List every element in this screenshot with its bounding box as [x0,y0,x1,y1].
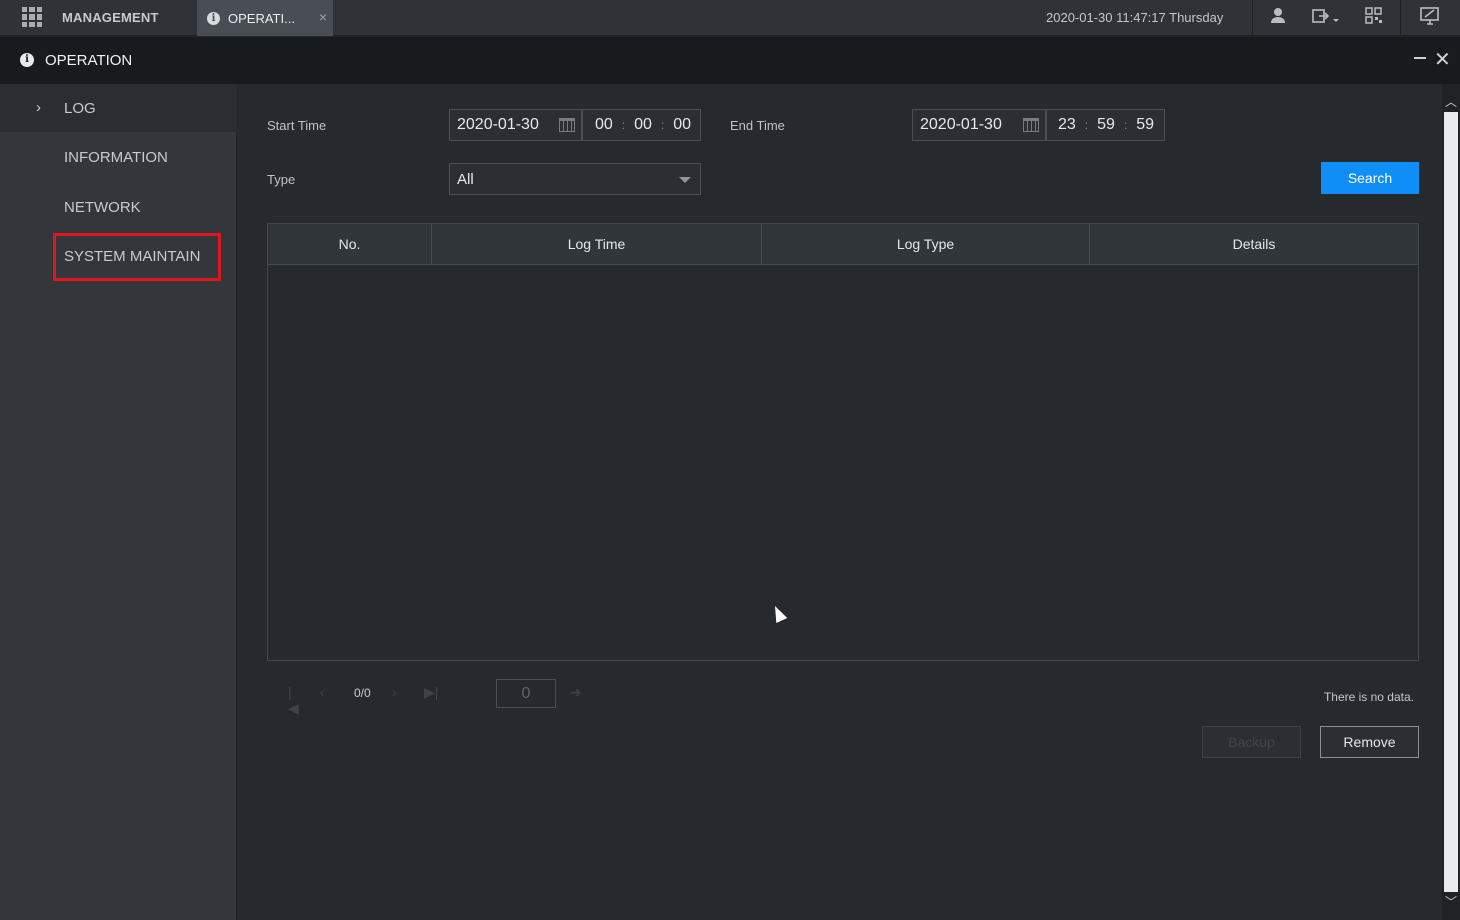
search-button[interactable]: Search [1321,162,1419,194]
go-page-icon[interactable]: ➜ [570,684,582,701]
window-header: i OPERATION ✕ [0,37,1460,84]
management-menu[interactable]: MANAGEMENT [62,10,159,25]
start-second[interactable]: 00 [673,116,691,134]
chevron-down-icon [679,177,691,183]
info-icon: i [20,53,34,67]
end-minute[interactable]: 59 [1097,116,1115,134]
start-minute[interactable]: 00 [634,116,652,134]
time-separator: : [621,118,626,132]
column-header-log-type[interactable]: Log Type [762,224,1090,265]
grid-menu-icon[interactable] [22,7,42,27]
end-hour[interactable]: 23 [1058,116,1076,134]
window-title: OPERATION [45,52,133,69]
scroll-up-icon[interactable]: ︿ [1445,96,1457,108]
tab-close-icon[interactable]: × [319,9,327,25]
page-count: 0/0 [354,686,371,700]
scroll-down-icon[interactable]: ﹀ [1445,896,1457,908]
end-date-value: 2020-01-30 [920,116,1002,133]
table-header: No. Log Time Log Type Details [268,224,1418,265]
start-time-label: Start Time [267,118,327,133]
log-panel: Start Time 2020-01-30 00:00:00 End Time … [238,84,1442,920]
highlight-annotation [53,233,221,281]
sidebar: › LOG INFORMATION NETWORK SYSTEM MAINTAI… [0,84,237,920]
first-page-icon[interactable]: |◀ [288,684,299,717]
sidebar-item-network[interactable]: NETWORK [0,183,237,231]
start-hour[interactable]: 00 [595,116,613,134]
time-separator: : [1084,118,1089,132]
start-time-field[interactable]: 00:00:00 [582,109,701,141]
sidebar-item-label: LOG [64,99,96,117]
calendar-icon[interactable] [559,118,575,132]
divider [1400,0,1401,36]
type-value: All [457,170,474,188]
next-page-icon[interactable]: › [392,684,397,700]
start-date-value: 2020-01-30 [457,116,539,133]
sidebar-item-label: NETWORK [64,198,141,216]
end-time-label: End Time [730,118,785,133]
datetime: 2020-01-30 11:47:17 Thursday [1046,10,1224,25]
scroll-thumb[interactable] [1444,112,1458,892]
tab-label: OPERATI... [228,10,295,26]
calendar-icon[interactable] [1023,118,1039,132]
column-header-details[interactable]: Details [1090,224,1418,265]
end-second[interactable]: 59 [1136,116,1154,134]
backup-button[interactable]: Backup [1202,726,1301,758]
close-icon[interactable]: ✕ [1434,47,1451,72]
sidebar-item-log[interactable]: › LOG [0,84,237,132]
type-label: Type [267,172,296,187]
column-header-no[interactable]: No. [268,224,432,265]
type-select[interactable]: All [449,163,701,195]
top-bar: MANAGEMENT i OPERATI... × 2020-01-30 11:… [0,0,1460,36]
prev-page-icon[interactable]: ‹ [320,684,325,700]
page-number-input[interactable]: 0 [496,679,556,708]
chevron-right-icon: › [36,99,41,116]
time-separator: : [660,118,665,132]
logout-icon[interactable] [1311,6,1341,30]
end-date-field[interactable]: 2020-01-30 [912,109,1046,141]
scrollbar[interactable]: ︿ ﹀ [1442,84,1460,920]
minimize-icon[interactable] [1414,57,1426,59]
qr-icon[interactable] [1365,6,1383,30]
end-time-field[interactable]: 23:59:59 [1046,109,1165,141]
monitor-icon[interactable] [1420,6,1440,30]
no-data-message: There is no data. [1323,690,1414,704]
column-header-log-time[interactable]: Log Time [432,224,762,265]
time-separator: : [1123,118,1128,132]
info-icon: i [207,11,220,25]
sidebar-item-label: INFORMATION [64,148,168,166]
start-date-field[interactable]: 2020-01-30 [449,109,582,141]
divider [1252,0,1253,36]
tab-operation[interactable]: i OPERATI... × [197,0,333,36]
log-table: No. Log Time Log Type Details [267,223,1419,661]
last-page-icon[interactable]: ▶| [424,684,438,701]
user-icon[interactable] [1270,6,1286,30]
remove-button[interactable]: Remove [1320,726,1419,758]
sidebar-item-information[interactable]: INFORMATION [0,133,237,181]
